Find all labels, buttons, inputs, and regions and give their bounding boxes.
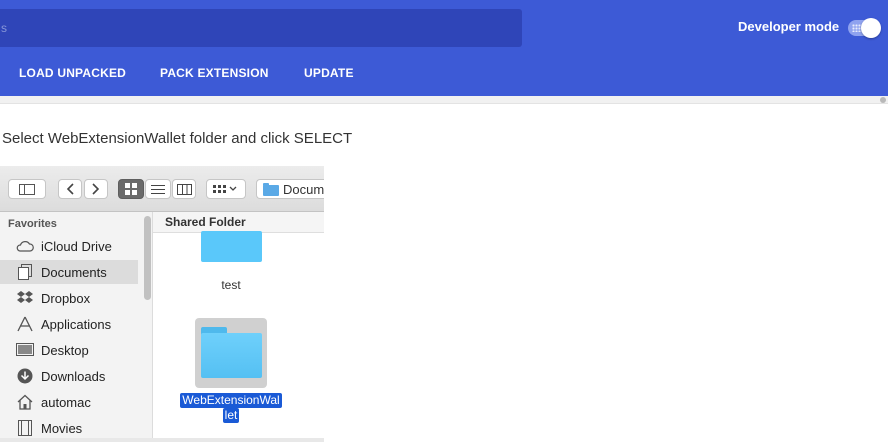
extensions-header: s Developer mode LOAD UNPACKED PACK EXTE… — [0, 0, 888, 96]
download-icon — [16, 367, 34, 385]
column-title: Shared Folder — [165, 215, 246, 229]
arrange-grid-icon — [213, 185, 237, 193]
developer-mode-label: Developer mode — [738, 19, 840, 34]
dropbox-icon — [16, 289, 34, 307]
finder-bottom-edge — [0, 438, 324, 442]
list-view-button[interactable] — [145, 179, 171, 199]
folder-icon — [263, 182, 279, 196]
back-button[interactable] — [58, 179, 82, 199]
cloud-icon — [16, 237, 34, 255]
instruction-text: Select WebExtensionWallet folder and cli… — [2, 130, 353, 147]
sidebar-icon — [19, 183, 35, 195]
search-input[interactable]: s — [0, 9, 522, 47]
search-placeholder: s — [1, 21, 7, 35]
sidebar-scrollbar[interactable] — [143, 212, 152, 442]
arrange-menu-button[interactable] — [206, 179, 246, 199]
column-view-button[interactable] — [172, 179, 196, 199]
sidebar-toggle-button[interactable] — [8, 179, 46, 199]
grid-icon — [125, 183, 137, 195]
sidebar-item-label: Movies — [41, 420, 83, 436]
sidebar-item-label: automac — [41, 394, 91, 410]
sidebar-item-downloads[interactable]: Downloads — [0, 364, 138, 388]
sidebar-item-desktop[interactable]: Desktop — [0, 338, 138, 362]
applications-icon — [16, 315, 34, 333]
sidebar-item-label: Downloads — [41, 368, 106, 384]
sidebar-item-movies[interactable]: Movies — [0, 416, 138, 440]
scroll-thumb[interactable] — [144, 216, 151, 300]
desktop-icon — [16, 341, 34, 359]
sidebar-item-icloud-drive[interactable]: iCloud Drive — [0, 234, 138, 258]
toggle-knob — [861, 18, 881, 38]
folder-icon — [201, 231, 262, 262]
update-button[interactable]: UPDATE — [304, 66, 354, 80]
sidebar-item-label: Dropbox — [41, 290, 91, 306]
sidebar-item-automac[interactable]: automac — [0, 390, 138, 414]
finder-sidebar: Favorites iCloud Drive Documents Dropbox… — [0, 212, 153, 442]
sidebar-item-label: Applications — [41, 316, 112, 332]
load-unpacked-button[interactable]: LOAD UNPACKED — [19, 66, 126, 80]
content-column-header: Shared Folder — [153, 212, 324, 233]
header-subbar — [0, 96, 888, 104]
sidebar-item-label: Documents — [41, 264, 107, 280]
sidebar-item-dropbox[interactable]: Dropbox — [0, 286, 138, 310]
developer-mode-toggle[interactable] — [848, 18, 881, 38]
finder-toolbar: Docum — [0, 166, 324, 212]
columns-icon — [176, 183, 192, 195]
folder-item-webextensionwallet[interactable] — [201, 327, 263, 379]
scroll-indicator — [880, 97, 886, 103]
sidebar-item-label: Desktop — [41, 342, 89, 358]
home-icon — [16, 393, 34, 411]
folder-icon — [201, 333, 262, 378]
folder-label-webextensionwallet: WebExtensionWal let — [177, 393, 285, 423]
sidebar-item-documents[interactable]: Documents — [0, 260, 138, 284]
chevron-left-icon — [66, 183, 74, 195]
path-button[interactable]: Docum — [256, 179, 324, 199]
folder-label-test: test — [221, 278, 241, 292]
icon-view-button[interactable] — [118, 179, 144, 199]
folder-label-line2: let — [222, 408, 240, 423]
forward-button[interactable] — [84, 179, 108, 199]
chevron-right-icon — [92, 183, 100, 195]
document-icon — [16, 263, 34, 281]
movie-icon — [16, 419, 34, 437]
pack-extension-button[interactable]: PACK EXTENSION — [160, 66, 269, 80]
favorites-heading: Favorites — [8, 218, 57, 230]
sidebar-item-label: iCloud Drive — [41, 238, 112, 254]
folder-item-test[interactable] — [201, 231, 262, 263]
path-label: Docum — [283, 181, 324, 197]
folder-label-line1: WebExtensionWal — [180, 393, 282, 408]
sidebar-item-applications[interactable]: Applications — [0, 312, 138, 336]
list-icon — [151, 184, 165, 194]
